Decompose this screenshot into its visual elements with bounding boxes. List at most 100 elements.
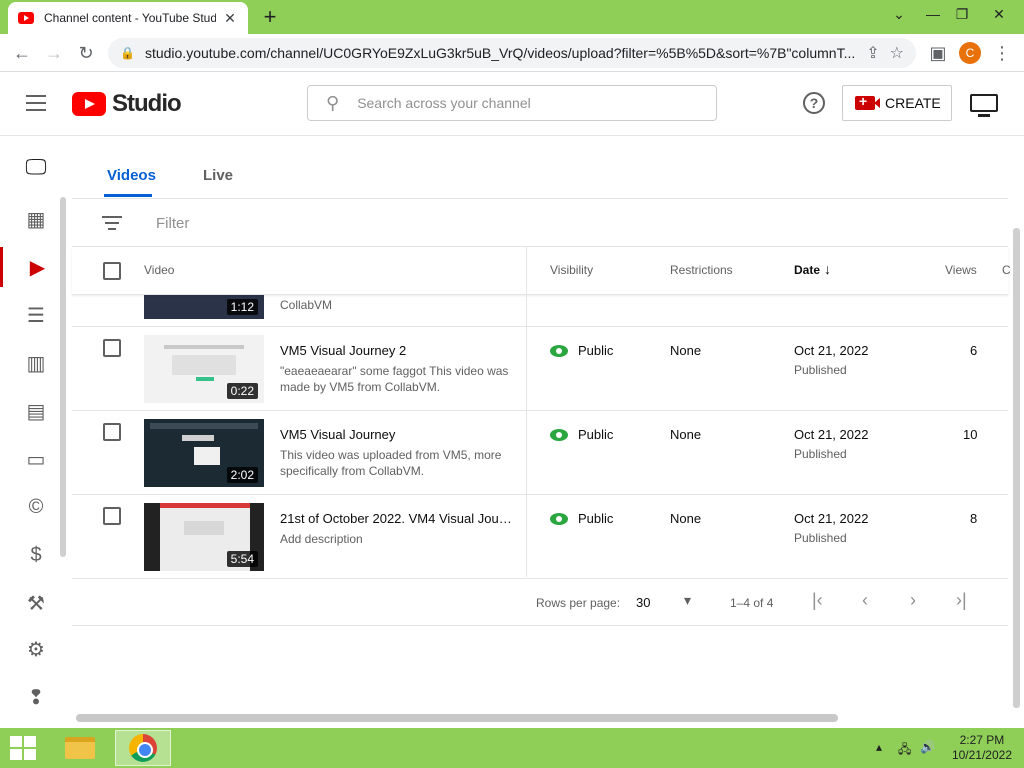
network-icon[interactable]: 🖧 <box>898 740 911 761</box>
logo-text: Studio <box>112 90 182 117</box>
rows-per-page-label: Rows per page: <box>536 596 621 610</box>
monitor-icon[interactable] <box>970 94 998 117</box>
visibility-cell[interactable]: Public <box>550 343 613 358</box>
filter-bar[interactable]: Filter <box>72 199 1008 247</box>
nav-customization[interactable]: ⚒ <box>0 583 72 623</box>
column-restrictions[interactable]: Restrictions <box>670 263 733 277</box>
select-all-checkbox[interactable] <box>103 262 121 280</box>
nav-settings[interactable]: ⚙ <box>0 629 72 669</box>
video-description: "eaeaeaearar" some faggot This video was… <box>280 364 509 394</box>
video-duration: 0:22 <box>226 383 258 399</box>
magic-wand-icon: ⚒ <box>27 592 45 615</box>
reload-icon[interactable]: ↻ <box>74 41 98 65</box>
row-checkbox[interactable] <box>103 339 121 357</box>
tab-close-icon[interactable]: ✕ <box>222 10 238 27</box>
rail-scrollbar[interactable] <box>60 197 66 557</box>
windows-start-icon[interactable] <box>10 736 36 760</box>
address-bar[interactable]: 🔒 studio.youtube.com/channel/UC0GRYoE9Zx… <box>108 38 916 68</box>
taskbar-chrome[interactable] <box>115 730 171 766</box>
column-comments[interactable]: C <box>1002 263 1011 277</box>
channel-search[interactable]: ⚲ <box>307 85 717 121</box>
playlists-icon: ☰ <box>27 304 45 327</box>
column-views[interactable]: Views <box>945 263 977 277</box>
publish-status: Published <box>794 363 847 377</box>
first-page-icon[interactable]: |‹ <box>812 590 823 611</box>
column-date[interactable]: Date <box>794 263 820 277</box>
filter-icon[interactable] <box>102 216 122 230</box>
table-row[interactable]: 0:22 VM5 Visual Journey 2 "eaeaeaearar" … <box>72 327 1008 411</box>
previous-page-icon[interactable]: ‹ <box>862 590 868 611</box>
active-tab-indicator <box>104 194 152 197</box>
video-description[interactable]: Add description <box>280 531 512 547</box>
search-input[interactable] <box>357 95 716 111</box>
chrome-menu-icon[interactable]: ⋮ <box>990 41 1014 65</box>
browser-tab[interactable]: Channel content - YouTube Studio ✕ <box>8 2 248 34</box>
url-text[interactable]: studio.youtube.com/channel/UC0GRYoE9ZxLu… <box>145 45 856 61</box>
share-icon[interactable]: ⇪ <box>866 43 879 63</box>
gear-icon: ⚙ <box>27 638 45 661</box>
visibility-cell[interactable]: Public <box>550 427 613 442</box>
table-row[interactable]: 2:02 VM5 Visual Journey This video was u… <box>72 411 1008 495</box>
visibility-cell[interactable]: Public <box>550 511 613 526</box>
rows-per-page-select[interactable]: 30 <box>636 595 650 610</box>
date-value: Oct 21, 2022 <box>794 343 869 358</box>
pagination-bar: Rows per page: 30 ▾ 1–4 of 4 |‹ ‹ › ›| <box>72 578 1008 626</box>
content-tabs: Videos Live <box>72 137 1008 199</box>
eye-icon <box>550 344 568 357</box>
hamburger-menu-icon[interactable] <box>26 95 46 111</box>
eye-icon <box>550 512 568 525</box>
row-checkbox[interactable] <box>103 507 121 525</box>
profile-avatar[interactable]: C <box>959 42 981 64</box>
filter-placeholder[interactable]: Filter <box>156 215 189 232</box>
tab-search-icon[interactable]: ⌄ <box>887 4 911 24</box>
minimize-button[interactable]: — <box>921 4 945 24</box>
column-visibility[interactable]: Visibility <box>550 263 593 277</box>
video-title[interactable]: 21st of October 2022. VM4 Visual Journey <box>280 511 512 526</box>
vertical-scrollbar[interactable] <box>1013 228 1020 708</box>
create-button[interactable]: CREATE <box>842 85 952 121</box>
taskbar-clock[interactable]: 2:27 PM 10/21/2022 <box>952 733 1012 763</box>
forward-icon[interactable]: → <box>42 41 66 65</box>
close-window-button[interactable]: ✕ <box>987 4 1011 24</box>
chrome-icon <box>129 734 157 762</box>
nav-channel[interactable]: 🖵 <box>0 147 72 187</box>
dollar-icon: $ <box>30 543 42 566</box>
video-thumbnail[interactable]: 2:02 <box>144 419 264 487</box>
help-icon[interactable]: ? <box>803 92 825 114</box>
video-thumbnail[interactable]: 5:54 <box>144 503 264 571</box>
video-title[interactable]: VM5 Visual Journey <box>280 427 512 442</box>
youtube-favicon-icon <box>18 12 34 24</box>
restrictions-value: None <box>670 343 702 358</box>
tab-videos[interactable]: Videos <box>107 167 156 184</box>
video-duration: 5:54 <box>226 551 258 567</box>
channel-content: Videos Live Filter 1:12 CollabVM Video V… <box>72 137 1011 727</box>
horizontal-scrollbar[interactable] <box>76 714 838 722</box>
visibility-value: Public <box>578 427 614 442</box>
dropdown-caret-icon[interactable]: ▾ <box>684 592 691 609</box>
row-checkbox[interactable] <box>103 423 121 441</box>
new-tab-button[interactable]: + <box>258 5 282 29</box>
show-hidden-icons-icon[interactable]: ▴ <box>876 740 882 754</box>
taskbar-file-explorer[interactable] <box>52 730 108 766</box>
left-nav-rail: 🖵 ▦ ▶ ☰ ▥ ▤ ▭ © $ ⚒ ⚙ ❢ <box>0 137 72 727</box>
column-video: Video <box>144 263 175 277</box>
youtube-studio-logo[interactable]: Studio <box>72 90 182 118</box>
side-panel-icon[interactable]: ▣ <box>926 41 950 65</box>
folder-icon <box>65 737 95 759</box>
channel-monitor-icon: 🖵 <box>25 154 47 179</box>
bookmark-star-icon[interactable]: ☆ <box>890 43 904 63</box>
video-thumbnail[interactable]: 0:22 <box>144 335 264 403</box>
create-label: CREATE <box>885 95 941 111</box>
video-title[interactable]: VM5 Visual Journey 2 <box>280 343 512 358</box>
restrictions-value: None <box>670 427 702 442</box>
views-value: 10 <box>963 427 978 442</box>
volume-icon[interactable]: 🔊 <box>920 740 935 754</box>
nav-feedback[interactable]: ❢ <box>0 677 72 717</box>
table-row[interactable]: 5:54 21st of October 2022. VM4 Visual Jo… <box>72 495 1008 579</box>
tab-live[interactable]: Live <box>203 167 233 184</box>
sort-arrow-icon[interactable]: ↓ <box>824 261 831 277</box>
next-page-icon[interactable]: › <box>910 590 916 611</box>
restore-button[interactable]: ❐ <box>950 4 974 24</box>
last-page-icon[interactable]: ›| <box>956 590 967 611</box>
back-icon[interactable]: ← <box>10 41 34 65</box>
